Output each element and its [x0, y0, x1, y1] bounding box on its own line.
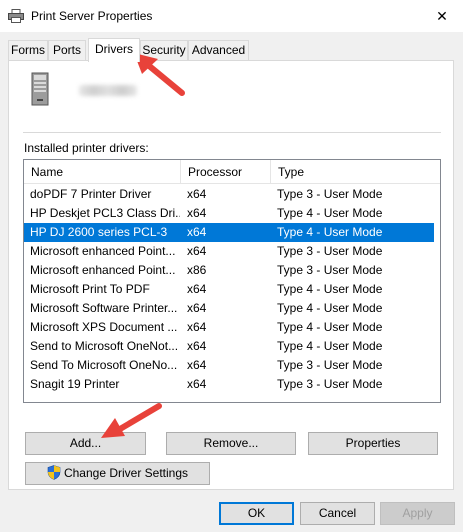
driver-row[interactable]: Microsoft XPS Document ... x64 Type 4 - Us… — [24, 318, 434, 337]
driver-processor-cell: x86 — [187, 263, 207, 277]
print-server-properties-dialog: Print Server Properties ✕ Forms Ports Dr… — [0, 0, 463, 532]
driver-type-cell: Type 3 - User Mode — [277, 244, 383, 258]
driver-processor-cell: x64 — [187, 206, 207, 220]
driver-row[interactable]: HP Deskjet PCL3 Class Dri... x64 Type 4 - … — [24, 204, 434, 223]
installed-drivers-label: Installed printer drivers: — [24, 141, 149, 155]
driver-row[interactable]: Snagit 19 Printer x64 Type 3 - User Mode — [24, 375, 434, 394]
uac-shield-icon — [47, 465, 61, 480]
column-header-type[interactable]: Type — [271, 160, 431, 184]
driver-processor-cell: x64 — [187, 339, 207, 353]
driver-name-cell: Microsoft enhanced Point... — [30, 263, 176, 277]
apply-button[interactable]: Apply — [380, 502, 455, 525]
driver-processor-cell: x64 — [187, 301, 207, 315]
list-column-header: Name Processor Type — [24, 160, 440, 184]
server-tower-icon — [31, 72, 49, 106]
driver-row[interactable]: Microsoft Print To PDF x64 Type 4 - User M… — [24, 280, 434, 299]
remove-driver-button[interactable]: Remove... — [166, 432, 296, 455]
change-driver-settings-label: Change Driver Settings — [63, 466, 189, 480]
column-header-processor[interactable]: Processor — [181, 160, 270, 184]
driver-type-cell: Type 4 - User Mode — [277, 282, 383, 296]
change-driver-settings-button[interactable]: Change Driver Settings — [25, 462, 210, 485]
driver-type-cell: Type 4 - User Mode — [277, 301, 383, 315]
tab-security[interactable]: Security — [140, 40, 188, 60]
driver-type-cell: Type 3 - User Mode — [277, 358, 383, 372]
driver-processor-cell: x64 — [187, 358, 207, 372]
driver-name-cell: Snagit 19 Printer — [30, 377, 120, 391]
driver-name-cell: Microsoft XPS Document ... — [30, 320, 178, 334]
driver-type-cell: Type 4 - User Mode — [277, 206, 383, 220]
drivers-tab-panel: Installed printer drivers: Name Processo… — [8, 60, 454, 490]
driver-processor-cell: x64 — [187, 377, 207, 391]
driver-type-cell: Type 3 - User Mode — [277, 187, 383, 201]
driver-row[interactable]: doPDF 7 Printer Driver x64 Type 3 - User M… — [24, 185, 434, 204]
tab-advanced[interactable]: Advanced — [188, 40, 249, 60]
driver-processor-cell: x64 — [187, 320, 207, 334]
divider — [23, 132, 441, 133]
driver-type-cell: Type 4 - User Mode — [277, 339, 383, 353]
driver-name-cell: Microsoft Print To PDF — [30, 282, 150, 296]
tab-forms[interactable]: Forms — [8, 40, 48, 60]
driver-type-cell: Type 3 - User Mode — [277, 377, 383, 391]
title-bar: Print Server Properties ✕ — [0, 0, 463, 32]
driver-name-cell: HP DJ 2600 series PCL-3 — [30, 225, 168, 239]
driver-name-cell: doPDF 7 Printer Driver — [30, 187, 152, 201]
driver-row[interactable]: Send to Microsoft OneNot... x64 Type 4 - U… — [24, 337, 434, 356]
driver-row[interactable]: Microsoft Software Printer... x64 Type 4 -… — [24, 299, 434, 318]
driver-processor-cell: x64 — [187, 225, 207, 239]
driver-type-cell: Type 4 - User Mode — [277, 225, 383, 239]
driver-row[interactable]: HP DJ 2600 series PCL-3 x64 Type 4 - User … — [24, 223, 434, 242]
cancel-button[interactable]: Cancel — [300, 502, 375, 525]
driver-processor-cell: x64 — [187, 244, 207, 258]
close-button[interactable]: ✕ — [432, 6, 452, 26]
driver-row[interactable]: Microsoft enhanced Point... x64 Type 3 - U… — [24, 242, 434, 261]
driver-name-cell: HP Deskjet PCL3 Class Dri... — [30, 206, 180, 220]
driver-name-cell: Microsoft Software Printer... — [30, 301, 178, 315]
printer-icon — [8, 9, 24, 23]
tab-drivers[interactable]: Drivers — [88, 38, 140, 62]
driver-processor-cell: x64 — [187, 282, 207, 296]
tab-ports[interactable]: Ports — [48, 40, 86, 60]
ok-button[interactable]: OK — [219, 502, 294, 525]
add-driver-button[interactable]: Add... — [25, 432, 146, 455]
server-name-redacted — [79, 85, 137, 96]
column-header-name[interactable]: Name — [24, 160, 180, 184]
installed-drivers-list[interactable]: Name Processor Type doPDF 7 Printer Driv… — [23, 159, 441, 403]
window-title: Print Server Properties — [31, 9, 153, 23]
driver-row[interactable]: Send To Microsoft OneNo... x64 Type 3 - Us… — [24, 356, 434, 375]
driver-type-cell: Type 3 - User Mode — [277, 263, 383, 277]
driver-name-cell: Send To Microsoft OneNo... — [30, 358, 178, 372]
driver-processor-cell: x64 — [187, 187, 207, 201]
driver-properties-button[interactable]: Properties — [308, 432, 438, 455]
driver-row[interactable]: Microsoft enhanced Point... x86 Type 3 - U… — [24, 261, 434, 280]
driver-name-cell: Send to Microsoft OneNot... — [30, 339, 179, 353]
driver-name-cell: Microsoft enhanced Point... — [30, 244, 176, 258]
driver-type-cell: Type 4 - User Mode — [277, 320, 383, 334]
